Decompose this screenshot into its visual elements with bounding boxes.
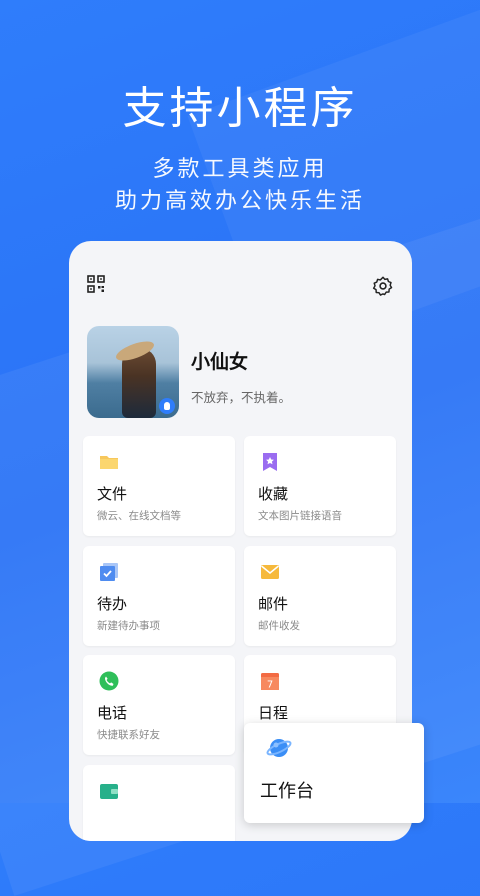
hero-subtitle: 多款工具类应用 助力高效办公快乐生活 bbox=[0, 154, 480, 218]
card-subtitle: 邮件收发 bbox=[258, 620, 300, 632]
card-title: 待办 bbox=[97, 595, 128, 613]
calendar-icon: 7 bbox=[261, 673, 279, 691]
calendar-day: 7 bbox=[267, 680, 273, 691]
gear-icon[interactable] bbox=[372, 275, 394, 297]
workbench-title: 工作台 bbox=[260, 781, 314, 802]
phone-icon bbox=[99, 671, 119, 691]
hero-subtitle-line: 助力高效办公快乐生活 bbox=[114, 189, 365, 214]
hero-title: 支持小程序 bbox=[122, 83, 358, 134]
card-wallet[interactable] bbox=[83, 765, 235, 841]
qr-code-icon[interactable] bbox=[87, 275, 105, 293]
planet-icon bbox=[266, 739, 292, 757]
envelope-icon bbox=[261, 565, 279, 579]
wallet-icon bbox=[100, 784, 118, 799]
card-subtitle: 快捷联系好友 bbox=[97, 729, 160, 741]
card-subtitle: 文本图片链接语音 bbox=[258, 510, 342, 522]
todo-check-icon bbox=[100, 563, 118, 581]
card-title: 文件 bbox=[97, 485, 128, 503]
avatar[interactable] bbox=[87, 326, 179, 418]
workbench-popup-card[interactable]: 工作台 bbox=[244, 723, 424, 823]
card-files[interactable]: 文件 微云、在线文档等 bbox=[83, 436, 235, 536]
card-subtitle: 新建待办事项 bbox=[97, 620, 160, 632]
hero-section: 支持小程序 多款工具类应用 助力高效办公快乐生活 bbox=[0, 72, 480, 218]
card-favorites[interactable]: 收藏 文本图片链接语音 bbox=[244, 436, 396, 536]
card-todo[interactable]: 待办 新建待办事项 bbox=[83, 546, 235, 646]
bookmark-star-icon bbox=[263, 453, 277, 471]
hero-subtitle-line: 多款工具类应用 bbox=[152, 157, 328, 182]
card-title: 电话 bbox=[97, 704, 128, 722]
folder-icon bbox=[100, 456, 118, 469]
card-mail[interactable]: 邮件 邮件收发 bbox=[244, 546, 396, 646]
card-title: 收藏 bbox=[258, 485, 289, 503]
card-title: 邮件 bbox=[258, 595, 289, 613]
user-name[interactable]: 小仙女 bbox=[191, 347, 248, 374]
card-title: 日程 bbox=[258, 704, 289, 722]
card-subtitle: 微云、在线文档等 bbox=[97, 510, 181, 522]
avatar-badge-icon bbox=[159, 398, 175, 414]
user-motto: 不放弃，不执着。 bbox=[191, 390, 292, 405]
card-phone[interactable]: 电话 快捷联系好友 bbox=[83, 655, 235, 755]
